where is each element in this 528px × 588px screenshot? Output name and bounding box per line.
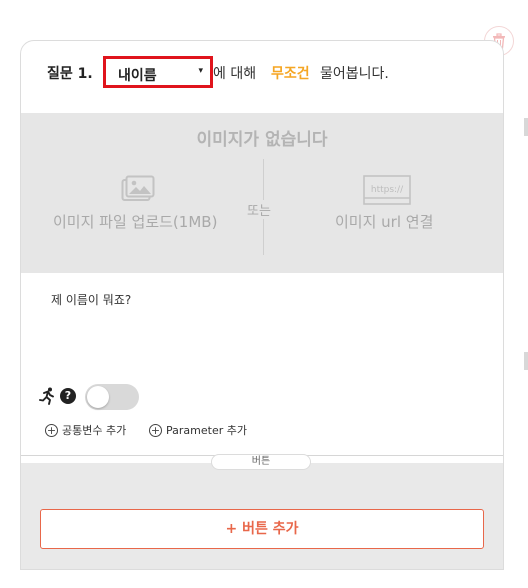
toggle-switch[interactable] (85, 384, 139, 410)
question-about-text: 에 대해 (213, 66, 257, 82)
no-image-title: 이미지가 없습니다 (196, 130, 328, 150)
question-card: 질문 1. 내이름 ▾ 에 대해 무조건 물어봅니다. 이미지가 없습니다 이미… (20, 40, 504, 570)
url-icon-text: https:// (371, 185, 404, 195)
caret-down-icon: ▾ (198, 66, 203, 76)
question-header: 질문 1. 내이름 ▾ 에 대해 무조건 물어봅니다. (21, 41, 503, 104)
adjacent-card-edge (524, 118, 528, 136)
ask-mode-link[interactable]: 무조건 (271, 63, 310, 83)
running-person-icon (39, 387, 54, 405)
add-parameter-link[interactable]: + Parameter 추가 (149, 422, 247, 438)
adjacent-card-edge (524, 352, 528, 370)
plus-circle-icon: + (45, 423, 58, 437)
url-link-icon[interactable]: https:// (363, 175, 411, 205)
add-common-variable-label: 공통변수 추가 (62, 424, 127, 437)
toggle-knob (87, 386, 109, 408)
plus-circle-icon: + (149, 423, 162, 437)
question-message[interactable]: 제 이름이 뭐죠? (51, 291, 131, 308)
help-icon[interactable]: ? (60, 388, 76, 404)
image-url-label[interactable]: 이미지 url 연결 (335, 211, 433, 232)
image-upload-label[interactable]: 이미지 파일 업로드(1MB) (53, 211, 217, 232)
or-separator: 또는 (245, 200, 273, 219)
question-number: 질문 1. (47, 66, 93, 82)
variable-select[interactable]: 내이름 ▾ (103, 56, 213, 88)
add-common-variable-link[interactable]: + 공통변수 추가 (45, 422, 126, 438)
add-button-button[interactable]: + 버튼 추가 (40, 509, 484, 549)
question-suffix-text: 물어봅니다. (320, 66, 389, 82)
buttons-section-tag: 버튼 (211, 454, 311, 470)
add-parameter-label: Parameter 추가 (166, 424, 247, 437)
image-area: 이미지가 없습니다 이미지 파일 업로드(1MB) 또는 https:// 이미… (21, 113, 503, 273)
image-upload-icon[interactable] (121, 175, 155, 203)
variable-select-value: 내이름 (118, 68, 157, 84)
